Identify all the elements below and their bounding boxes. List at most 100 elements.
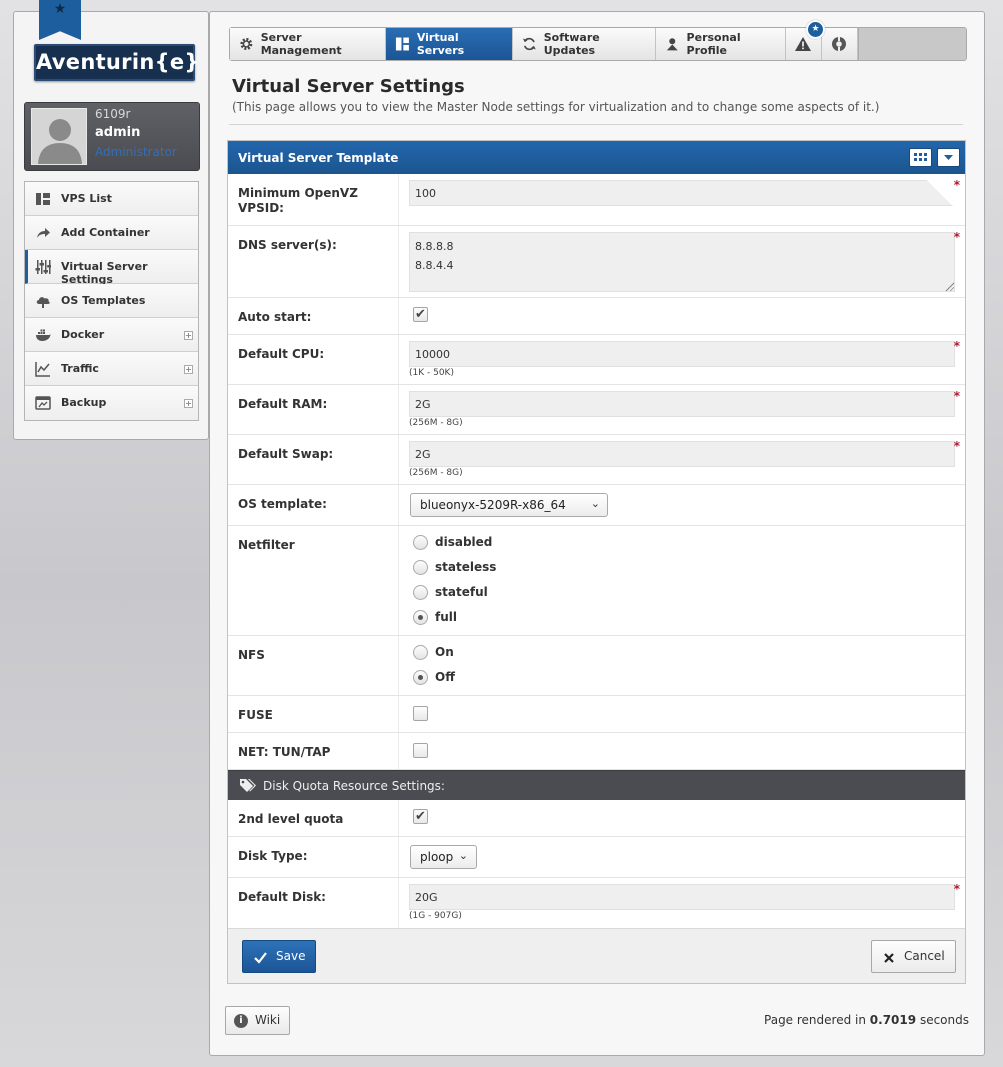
checkmark-icon [254, 952, 267, 964]
field-label: Default Swap: [238, 447, 334, 461]
form-footer: Save Cancel [228, 928, 965, 983]
chevron-down-icon: ⌄ [590, 497, 600, 510]
top-tabbar: Server Management Virtual Servers Softwa… [229, 27, 967, 61]
field-label: Auto start: [238, 310, 312, 324]
dns-textarea[interactable]: 8.8.8.8 8.8.4.4 [409, 232, 955, 292]
lifebuoy-icon [832, 37, 846, 51]
sidebar-item-docker[interactable]: Docker + [25, 318, 198, 352]
auto-start-checkbox[interactable]: ✔ [413, 307, 428, 322]
os-template-select[interactable]: blueonyx-5209R-x86_64 ⌄ [410, 493, 608, 517]
field-label: Disk Type: [238, 849, 308, 863]
gear-icon [240, 38, 253, 50]
render-time-value: 0.7019 [869, 1013, 917, 1027]
brand-logo[interactable]: Aventurin{e} [34, 44, 199, 81]
cancel-button[interactable]: Cancel [871, 940, 956, 973]
tab-software-updates[interactable]: Software Updates [513, 28, 656, 60]
default-swap-input[interactable]: 2G [409, 441, 955, 467]
tab-personal-profile[interactable]: Personal Profile [656, 28, 786, 60]
radio-label: stateless [435, 560, 497, 574]
grid-view-button[interactable] [909, 148, 932, 167]
field-label: Default Disk: [238, 890, 326, 904]
radio-button-selected[interactable] [413, 670, 428, 685]
tuntap-checkbox[interactable] [413, 743, 428, 758]
radio-button[interactable] [413, 645, 428, 660]
row-os-template: OS template: blueonyx-5209R-x86_64 ⌄ [228, 485, 965, 526]
tab-label: Server Management [260, 31, 342, 57]
wiki-button[interactable]: i Wiki [225, 1006, 290, 1035]
page-title: Virtual Server Settings [232, 76, 465, 97]
notification-star-badge[interactable]: ★ [806, 20, 825, 39]
radio-button[interactable] [413, 535, 428, 550]
tab-label: Virtual Servers [416, 31, 465, 57]
avatar[interactable] [31, 108, 87, 165]
row-disk-type: Disk Type: ploop ⌄ [228, 837, 965, 878]
sidebar-item-label: OS Templates [61, 294, 146, 307]
sidebar-item-vps-list[interactable]: VPS List [25, 182, 198, 216]
radio-button[interactable] [413, 585, 428, 600]
form-header-title: Virtual Server Template [238, 151, 399, 165]
save-button[interactable]: Save [242, 940, 316, 973]
tabbar-filler [858, 28, 966, 60]
expand-icon[interactable]: + [184, 365, 193, 374]
sidebar-item-backup[interactable]: Backup + [25, 386, 198, 420]
row-default-ram: Default RAM: 2G (256M - 8G) * [228, 385, 965, 435]
default-ram-input[interactable]: 2G [409, 391, 955, 417]
sidebar-item-label: Add Container [61, 226, 150, 239]
dashboard-icon [395, 37, 409, 51]
sidebar-item-traffic[interactable]: Traffic + [25, 352, 198, 386]
tab-server-management[interactable]: Server Management [230, 28, 386, 60]
sidebar-item-os-templates[interactable]: OS Templates [25, 284, 198, 318]
row-min-vpsid: Minimum OpenVZ VPSID: 100 * [228, 174, 965, 226]
radio-label: full [435, 610, 457, 624]
select-value: blueonyx-5209R-x86_64 [420, 498, 566, 512]
field-label: NFS [238, 648, 265, 662]
field-label: Default RAM: [238, 397, 328, 411]
required-marker: * [953, 339, 960, 353]
warning-icon [795, 37, 811, 51]
user-silhouette-icon [38, 119, 82, 164]
field-hint: (256M - 8G) [409, 468, 463, 478]
user-role[interactable]: Administrator [95, 145, 177, 159]
required-marker: * [953, 389, 960, 403]
min-vpsid-input[interactable]: 100 [409, 180, 955, 206]
fuse-checkbox[interactable] [413, 706, 428, 721]
expand-icon[interactable]: + [184, 331, 193, 340]
field-hint: (1G - 907G) [409, 911, 462, 921]
required-marker: * [953, 178, 960, 192]
user-id: 6109r [95, 107, 131, 121]
quota2-checkbox[interactable]: ✔ [413, 809, 428, 824]
tab-virtual-servers[interactable]: Virtual Servers [386, 28, 513, 60]
required-marker: * [953, 439, 960, 453]
field-label: OS template: [238, 497, 327, 511]
render-prefix: Page rendered in [764, 1013, 866, 1027]
user-card: 6109r admin Administrator [24, 102, 200, 171]
expand-icon[interactable]: + [184, 399, 193, 408]
sidebar-item-virtual-server-settings[interactable]: Virtual Server Settings [25, 250, 198, 286]
chevron-down-icon: ⌄ [458, 849, 468, 862]
grid-icon [914, 153, 927, 161]
cloud-icon [36, 297, 50, 308]
section-title: Disk Quota Resource Settings: [263, 779, 445, 793]
row-default-disk: Default Disk: 20G (1G - 907G) * [228, 878, 965, 928]
disk-type-select[interactable]: ploop ⌄ [410, 845, 477, 869]
field-label: 2nd level quota [238, 812, 344, 826]
tags-icon [240, 779, 256, 792]
sidebar-item-label: Virtual Server Settings [61, 260, 148, 286]
default-cpu-input[interactable]: 10000 [409, 341, 955, 367]
radio-button-selected[interactable] [413, 610, 428, 625]
vps-list-icon [36, 193, 50, 205]
row-default-swap: Default Swap: 2G (256M - 8G) * [228, 435, 965, 485]
page-subtitle: (This page allows you to view the Master… [232, 100, 880, 114]
field-label: Minimum OpenVZ VPSID: [238, 186, 358, 215]
sidebar-item-add-container[interactable]: Add Container [25, 216, 198, 250]
docker-whale-icon [36, 329, 51, 341]
title-divider [229, 124, 963, 125]
line-chart-icon [35, 362, 50, 377]
render-time: Page rendered in 0.7019 seconds [764, 1013, 969, 1027]
radio-label: disabled [435, 535, 493, 549]
header-dropdown-button[interactable] [937, 148, 960, 167]
tab-support[interactable] [822, 28, 858, 60]
refresh-icon [522, 37, 536, 51]
radio-button[interactable] [413, 560, 428, 575]
default-disk-input[interactable]: 20G [409, 884, 955, 910]
